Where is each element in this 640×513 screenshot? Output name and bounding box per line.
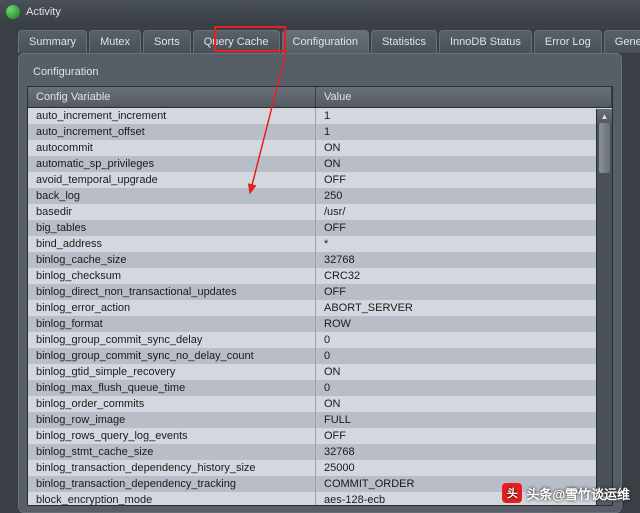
table-row[interactable]: avoid_temporal_upgradeOFF [28, 172, 612, 188]
config-variable-cell: binlog_gtid_simple_recovery [28, 364, 316, 380]
config-value-cell: 32768 [316, 252, 612, 268]
config-value-cell: CRC32 [316, 268, 612, 284]
config-variable-cell: binlog_stmt_cache_size [28, 444, 316, 460]
vertical-scrollbar[interactable]: ▲ ▼ [596, 109, 612, 505]
tab-general-log[interactable]: General Log [604, 30, 640, 53]
config-table: Config Variable Value auto_increment_inc… [27, 86, 613, 506]
config-value-cell: OFF [316, 428, 612, 444]
config-variable-cell: automatic_sp_privileges [28, 156, 316, 172]
tab-query-cache[interactable]: Query Cache [193, 30, 280, 53]
title-bar: Activity [0, 0, 640, 24]
config-variable-cell: big_tables [28, 220, 316, 236]
table-row[interactable]: binlog_group_commit_sync_no_delay_count0 [28, 348, 612, 364]
watermark-icon: 头 [502, 483, 522, 503]
config-variable-cell: autocommit [28, 140, 316, 156]
tab-configuration[interactable]: Configuration [282, 30, 369, 53]
config-value-cell: OFF [316, 172, 612, 188]
config-value-cell: ON [316, 140, 612, 156]
config-value-cell: 1 [316, 124, 612, 140]
table-row[interactable]: autocommitON [28, 140, 612, 156]
config-value-cell: 25000 [316, 460, 612, 476]
config-variable-cell: binlog_error_action [28, 300, 316, 316]
tab-sorts[interactable]: Sorts [143, 30, 191, 53]
config-variable-cell: binlog_group_commit_sync_delay [28, 332, 316, 348]
config-variable-cell: binlog_max_flush_queue_time [28, 380, 316, 396]
window-title: Activity [26, 6, 61, 18]
config-value-cell: OFF [316, 220, 612, 236]
table-row[interactable]: back_log250 [28, 188, 612, 204]
config-value-cell: 0 [316, 380, 612, 396]
config-value-cell: ROW [316, 316, 612, 332]
app-icon [6, 5, 20, 19]
tab-error-log[interactable]: Error Log [534, 30, 602, 53]
column-variable[interactable]: Config Variable [28, 87, 316, 107]
config-variable-cell: avoid_temporal_upgrade [28, 172, 316, 188]
config-value-cell: 0 [316, 348, 612, 364]
config-value-cell: OFF [316, 284, 612, 300]
config-variable-cell: binlog_cache_size [28, 252, 316, 268]
tab-summary[interactable]: Summary [18, 30, 87, 53]
table-row[interactable]: binlog_formatROW [28, 316, 612, 332]
config-variable-cell: binlog_row_image [28, 412, 316, 428]
table-row[interactable]: big_tablesOFF [28, 220, 612, 236]
scroll-thumb[interactable] [599, 123, 610, 173]
config-variable-cell: back_log [28, 188, 316, 204]
table-row[interactable]: automatic_sp_privilegesON [28, 156, 612, 172]
config-variable-cell: binlog_transaction_dependency_tracking [28, 476, 316, 492]
config-value-cell: ON [316, 396, 612, 412]
config-value-cell: 32768 [316, 444, 612, 460]
panel-title: Configuration [27, 62, 613, 86]
table-row[interactable]: binlog_direct_non_transactional_updatesO… [28, 284, 612, 300]
config-value-cell: /usr/ [316, 204, 612, 220]
tab-innodb-status[interactable]: InnoDB Status [439, 30, 532, 53]
tab-mutex[interactable]: Mutex [89, 30, 141, 53]
config-value-cell: FULL [316, 412, 612, 428]
config-variable-cell: binlog_checksum [28, 268, 316, 284]
watermark-text: 头条@雪竹谈运维 [526, 484, 630, 503]
config-variable-cell: auto_increment_offset [28, 124, 316, 140]
table-row[interactable]: binlog_transaction_dependency_history_si… [28, 460, 612, 476]
config-variable-cell: binlog_direct_non_transactional_updates [28, 284, 316, 300]
table-row[interactable]: basedir/usr/ [28, 204, 612, 220]
table-row[interactable]: binlog_order_commitsON [28, 396, 612, 412]
config-value-cell: * [316, 236, 612, 252]
table-row[interactable]: binlog_group_commit_sync_delay0 [28, 332, 612, 348]
config-variable-cell: binlog_group_commit_sync_no_delay_count [28, 348, 316, 364]
table-row[interactable]: binlog_rows_query_log_eventsOFF [28, 428, 612, 444]
configuration-panel: Configuration Config Variable Value auto… [18, 53, 622, 513]
column-value[interactable]: Value [316, 87, 612, 107]
table-row[interactable]: binlog_cache_size32768 [28, 252, 612, 268]
table-row[interactable]: binlog_error_actionABORT_SERVER [28, 300, 612, 316]
table-row[interactable]: binlog_max_flush_queue_time0 [28, 380, 612, 396]
watermark: 头 头条@雪竹谈运维 [502, 483, 630, 503]
config-value-cell: ON [316, 156, 612, 172]
table-row[interactable]: binlog_stmt_cache_size32768 [28, 444, 612, 460]
scroll-up-button[interactable]: ▲ [597, 109, 612, 123]
config-value-cell: 250 [316, 188, 612, 204]
table-row[interactable]: binlog_checksumCRC32 [28, 268, 612, 284]
config-variable-cell: binlog_format [28, 316, 316, 332]
config-variable-cell: block_encryption_mode [28, 492, 316, 506]
table-row[interactable]: binlog_gtid_simple_recoveryON [28, 364, 612, 380]
config-variable-cell: binlog_rows_query_log_events [28, 428, 316, 444]
table-body: auto_increment_increment1auto_increment_… [28, 108, 612, 506]
config-value-cell: ON [316, 364, 612, 380]
table-row[interactable]: binlog_row_imageFULL [28, 412, 612, 428]
config-value-cell: 0 [316, 332, 612, 348]
tab-statistics[interactable]: Statistics [371, 30, 437, 53]
config-value-cell: 1 [316, 108, 612, 124]
config-variable-cell: auto_increment_increment [28, 108, 316, 124]
config-variable-cell: bind_address [28, 236, 316, 252]
table-row[interactable]: auto_increment_increment1 [28, 108, 612, 124]
config-value-cell: ABORT_SERVER [316, 300, 612, 316]
config-variable-cell: binlog_transaction_dependency_history_si… [28, 460, 316, 476]
table-header: Config Variable Value [28, 87, 612, 108]
config-variable-cell: binlog_order_commits [28, 396, 316, 412]
config-variable-cell: basedir [28, 204, 316, 220]
table-row[interactable]: bind_address* [28, 236, 612, 252]
table-row[interactable]: auto_increment_offset1 [28, 124, 612, 140]
tab-strip: SummaryMutexSortsQuery CacheConfiguratio… [0, 24, 640, 53]
